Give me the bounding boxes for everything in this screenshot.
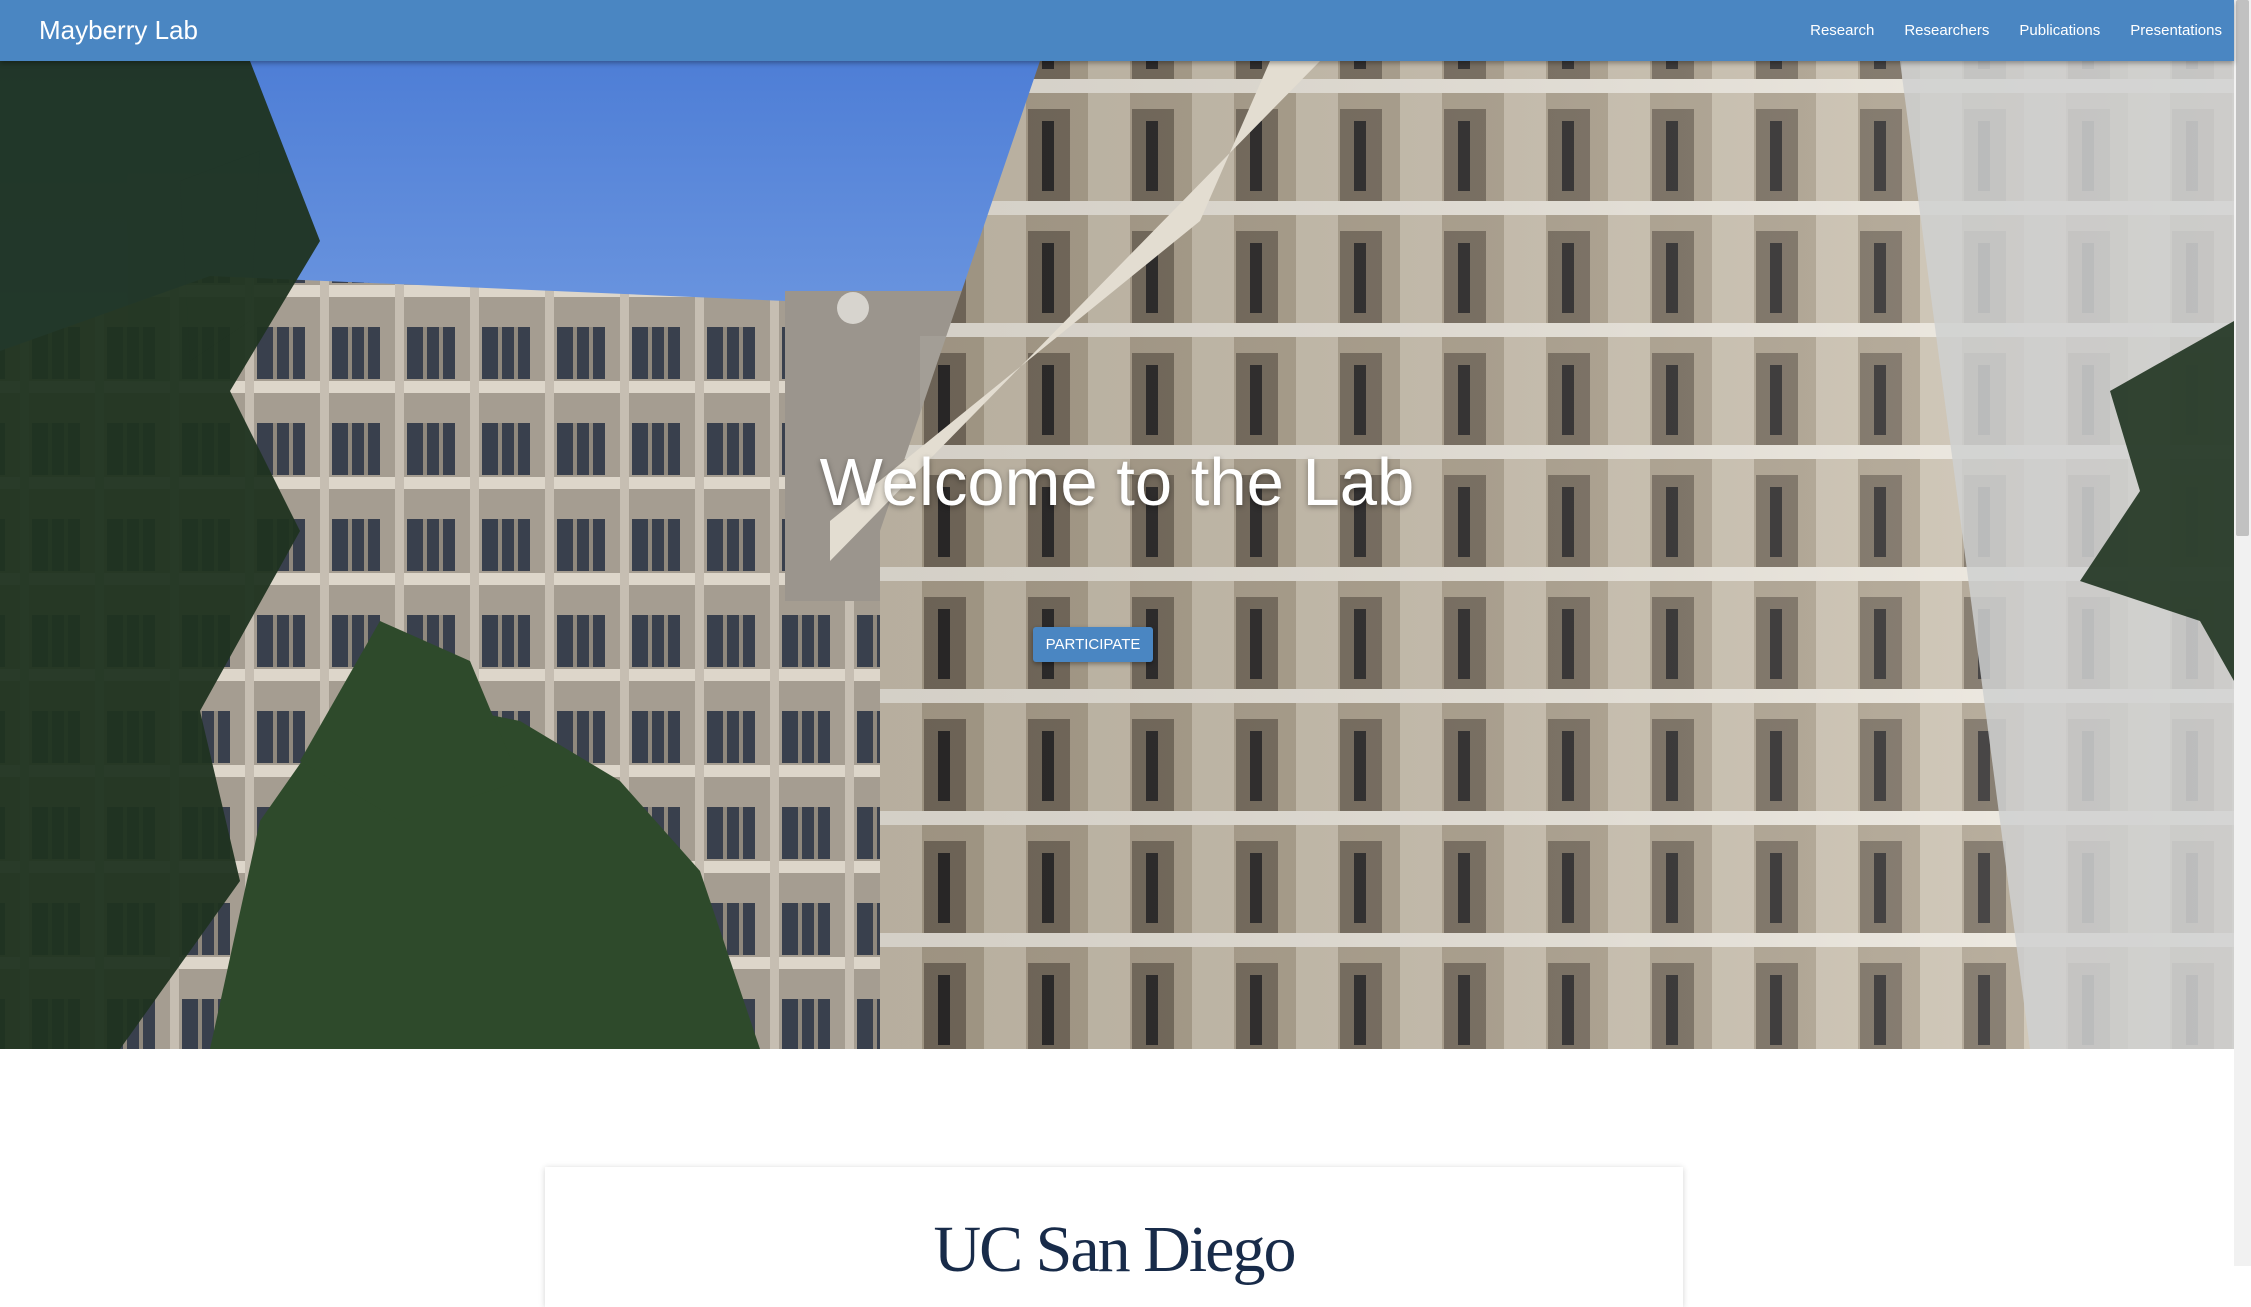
nav-link-researchers[interactable]: Researchers — [1889, 22, 2004, 39]
hero-title: Welcome to the Lab — [819, 445, 1415, 520]
brand-link[interactable]: Mayberry Lab — [39, 13, 198, 47]
hero-background-image — [0, 61, 2234, 1049]
nav-links: Research Researchers Publications Presen… — [1795, 0, 2234, 61]
top-navbar: Mayberry Lab Research Researchers Public… — [0, 0, 2234, 61]
participate-button[interactable]: PARTICIPATE — [1033, 627, 1153, 662]
nav-link-research[interactable]: Research — [1795, 22, 1889, 39]
hero-banner: Welcome to the Lab PARTICIPATE — [0, 61, 2234, 1049]
affiliation-card: UC San Diego — [545, 1167, 1683, 1307]
vertical-scrollbar[interactable] — [2234, 0, 2251, 1266]
uc-san-diego-logo: UC San Diego — [933, 1213, 1297, 1286]
nav-link-publications[interactable]: Publications — [2004, 22, 2115, 39]
nav-link-presentations[interactable]: Presentations — [2115, 22, 2234, 39]
scrollbar-thumb[interactable] — [2236, 0, 2249, 536]
